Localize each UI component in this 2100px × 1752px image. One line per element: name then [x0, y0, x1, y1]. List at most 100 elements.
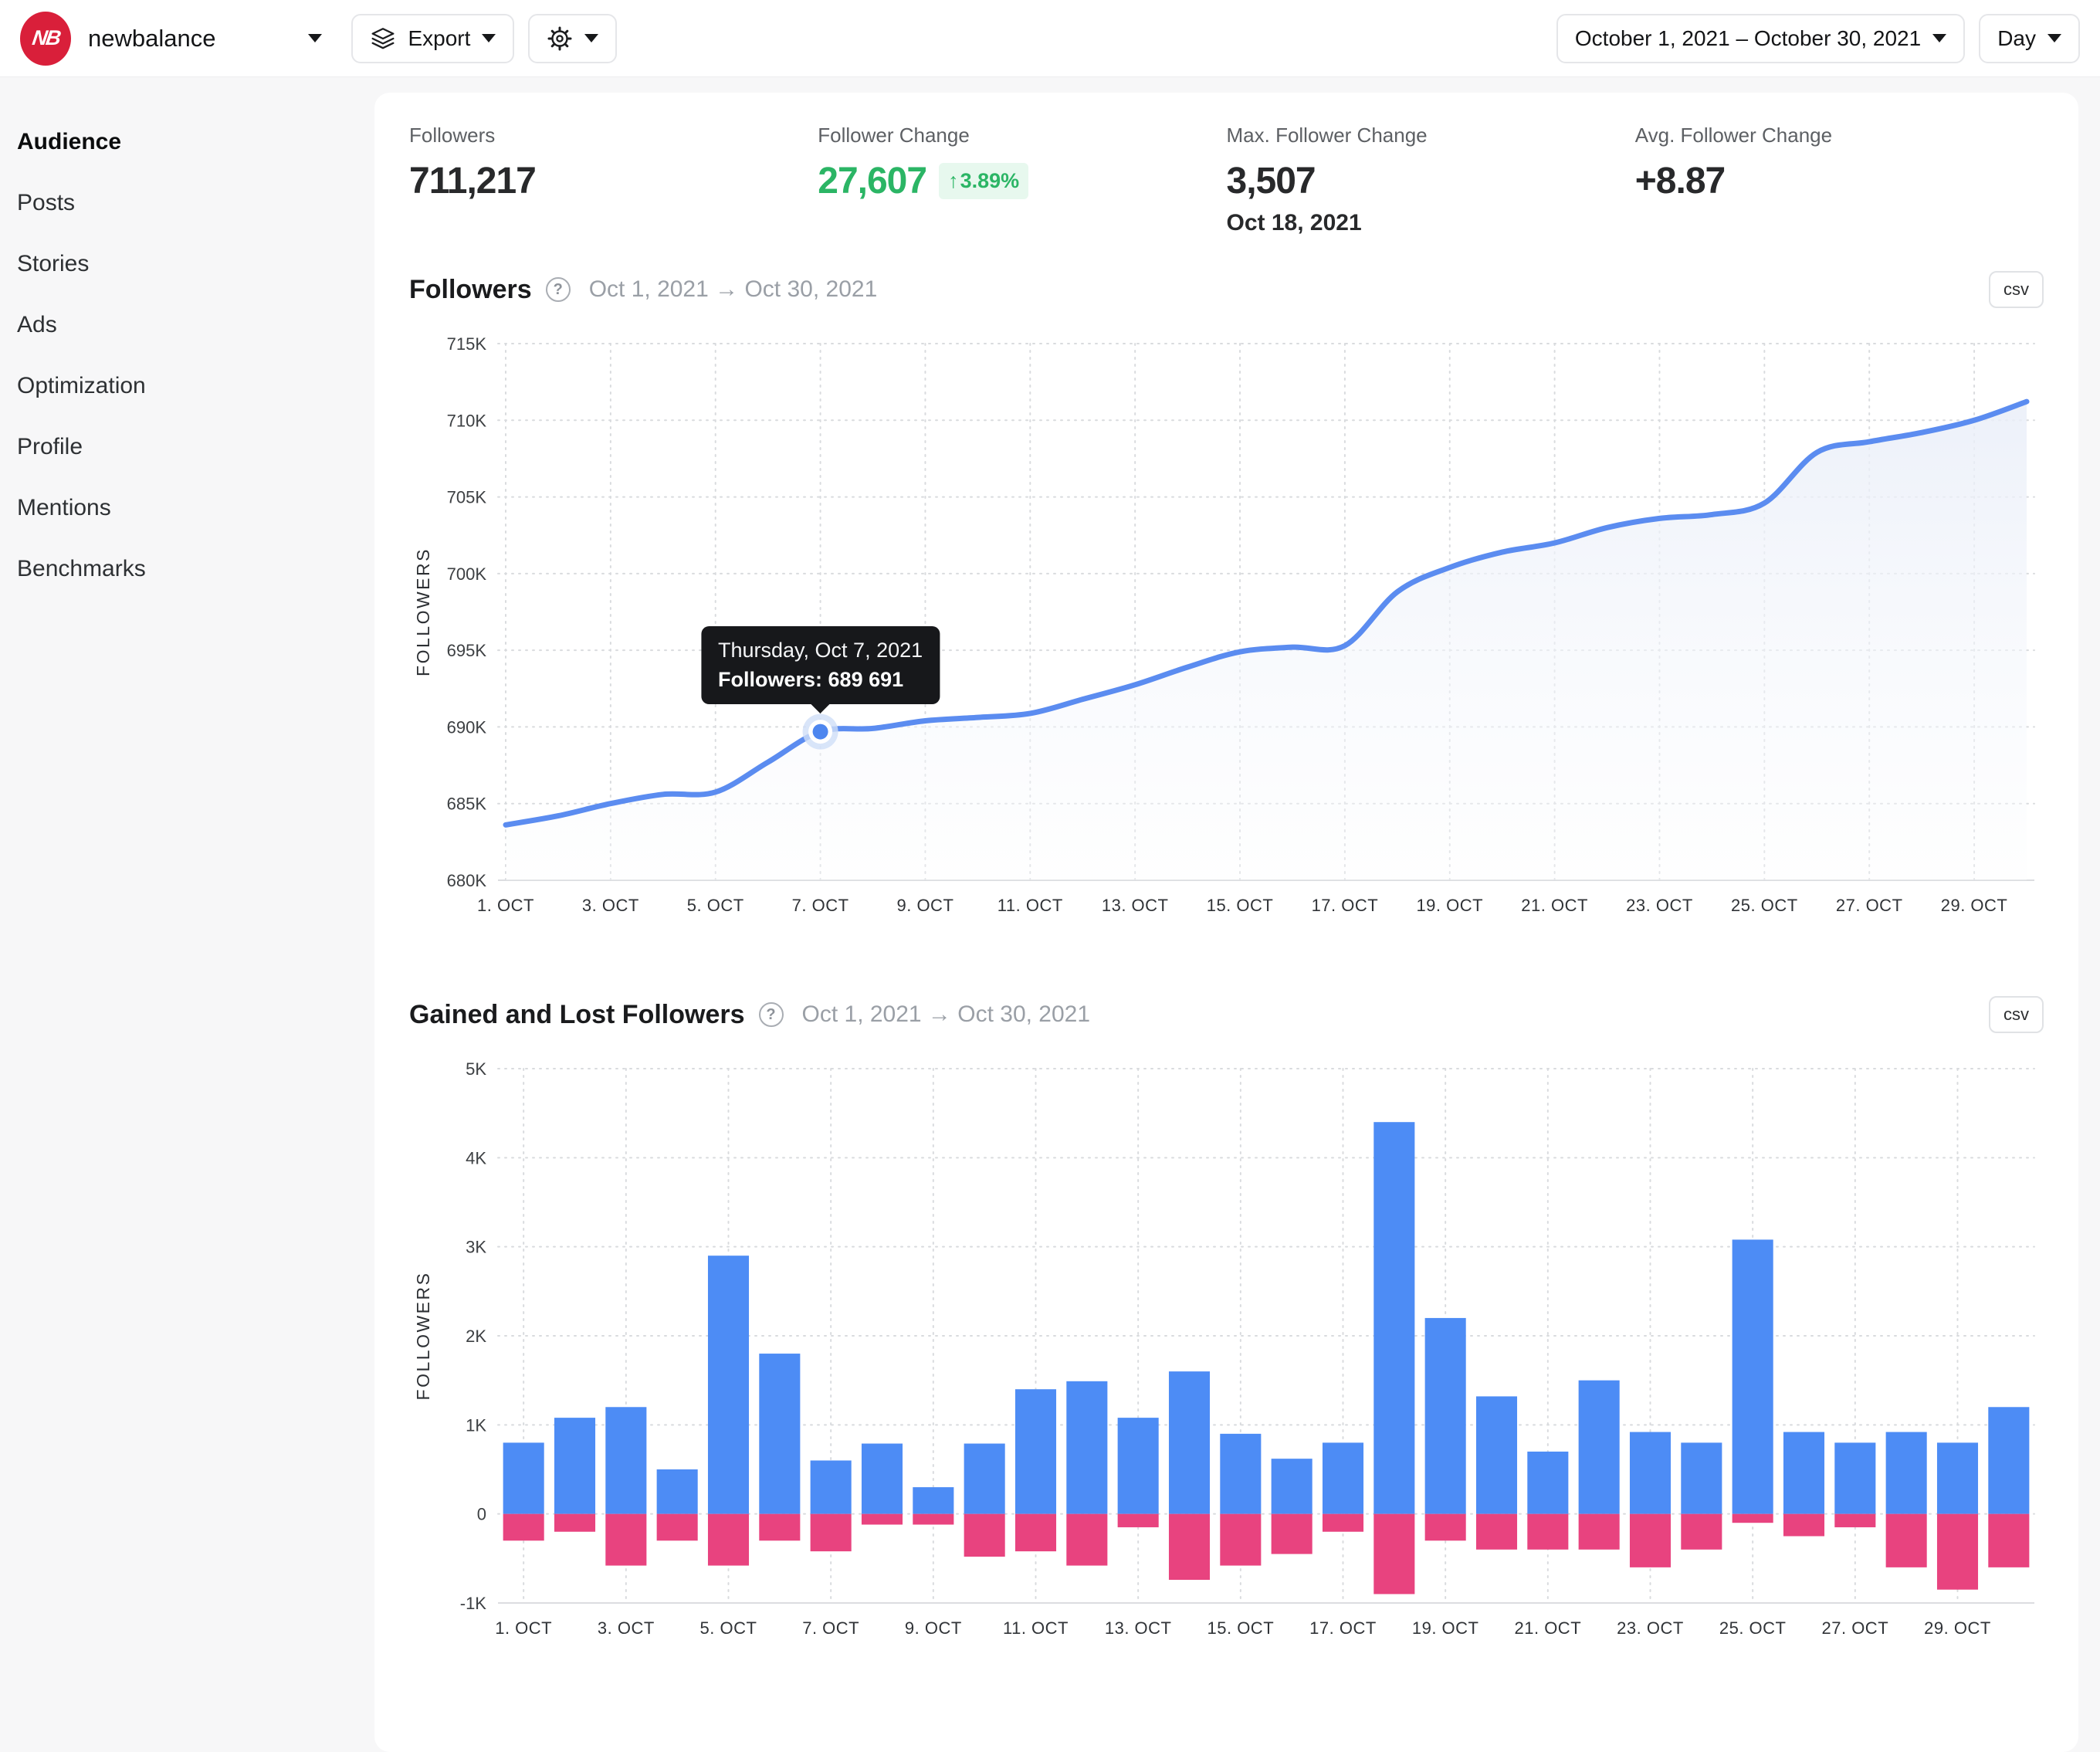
- svg-text:685K: 685K: [447, 795, 487, 814]
- stat-follower-change: Follower Change 27,607 ↑ 3.89%: [818, 124, 1226, 236]
- help-question-icon[interactable]: ?: [758, 1002, 784, 1027]
- stat-label: Follower Change: [818, 124, 970, 147]
- svg-text:25. OCT: 25. OCT: [1731, 896, 1798, 915]
- svg-text:21. OCT: 21. OCT: [1515, 1618, 1582, 1638]
- followers-line-chart: 715K 710K 705K 700K 695K 690K 685K 680K FOLLOWER…: [409, 328, 2044, 954]
- settings-chevron-down-icon: [584, 34, 599, 42]
- stat-label: Avg. Follower Change: [1634, 124, 1833, 147]
- followers-chart-section: Followers ? Oct 1, 2021 → Oct 30, 2021 c…: [409, 271, 2044, 954]
- date-range-label: October 1, 2021 – October 30, 2021: [1574, 25, 1922, 50]
- account-name: newbalance: [88, 24, 216, 52]
- stat-max-follower-change: Max. Follower Change 3,507 Oct 18, 2021: [1227, 124, 1635, 236]
- svg-text:19. OCT: 19. OCT: [1416, 896, 1483, 915]
- svg-text:5. OCT: 5. OCT: [700, 1618, 757, 1638]
- top-bar: NB newbalance Export October 1, 2021 – O…: [0, 0, 2100, 77]
- stat-value: 3,507: [1226, 161, 1316, 202]
- svg-text:5K: 5K: [466, 1059, 486, 1079]
- csv-export-button[interactable]: csv: [1989, 271, 2044, 308]
- sidebar-item-posts[interactable]: Posts: [17, 172, 374, 233]
- svg-text:29. OCT: 29. OCT: [1924, 1618, 1991, 1638]
- svg-text:27. OCT: 27. OCT: [1836, 896, 1903, 915]
- svg-text:700K: 700K: [447, 564, 487, 584]
- svg-text:715K: 715K: [447, 334, 487, 354]
- svg-text:13. OCT: 13. OCT: [1102, 896, 1169, 915]
- date-range-chevron-down-icon: [1932, 34, 1947, 42]
- section-title: Followers: [409, 274, 532, 304]
- svg-text:690K: 690K: [447, 717, 487, 737]
- svg-text:4K: 4K: [466, 1148, 486, 1167]
- sidebar-item-ads[interactable]: Ads: [17, 294, 374, 355]
- svg-text:1. OCT: 1. OCT: [477, 896, 534, 915]
- svg-text:17. OCT: 17. OCT: [1312, 896, 1379, 915]
- gained-lost-chart-section: Gained and Lost Followers ? Oct 1, 2021 …: [409, 996, 2044, 1679]
- gained-lost-bar-chart: 5K 4K 3K 2K 1K 0 -1K FOLLOWERS 1. OCT 3. OCT 5. OC…: [409, 1053, 2044, 1679]
- stat-value: 27,607: [818, 161, 927, 202]
- svg-text:19. OCT: 19. OCT: [1412, 1618, 1479, 1638]
- svg-text:680K: 680K: [447, 871, 487, 890]
- svg-text:29. OCT: 29. OCT: [1941, 896, 2008, 915]
- lost-bars[interactable]: [503, 1513, 2030, 1594]
- sidebar-item-audience[interactable]: Audience: [17, 111, 374, 172]
- stat-value: +8.87: [1634, 161, 1726, 202]
- svg-text:13. OCT: 13. OCT: [1105, 1618, 1172, 1638]
- section-date-range: Oct 1, 2021 → Oct 30, 2021: [801, 1001, 1091, 1027]
- svg-text:2K: 2K: [466, 1327, 486, 1346]
- gear-icon: [547, 25, 573, 52]
- export-label: Export: [408, 25, 471, 50]
- sidebar-item-benchmarks[interactable]: Benchmarks: [17, 538, 374, 599]
- stat-value: 711,217: [409, 161, 537, 202]
- stats-row: Followers 711,217 Follower Change 27,607…: [409, 124, 2044, 236]
- svg-text:1K: 1K: [466, 1415, 486, 1435]
- svg-text:0: 0: [477, 1505, 486, 1524]
- selected-point-marker[interactable]: [802, 713, 838, 750]
- chart-tooltip: Thursday, Oct 7, 2021 Followers: 689 691: [701, 625, 940, 713]
- svg-text:15. OCT: 15. OCT: [1207, 896, 1274, 915]
- account-chevron-down-icon[interactable]: [308, 34, 323, 42]
- svg-text:9. OCT: 9. OCT: [905, 1618, 962, 1638]
- newbalance-logo-icon: NB: [20, 11, 71, 66]
- tooltip-arrow: [810, 703, 831, 713]
- stat-label: Followers: [409, 124, 496, 147]
- date-range-button[interactable]: October 1, 2021 – October 30, 2021: [1556, 13, 1966, 63]
- svg-text:25. OCT: 25. OCT: [1719, 1618, 1787, 1638]
- help-question-icon[interactable]: ?: [545, 277, 571, 302]
- svg-text:1. OCT: 1. OCT: [495, 1618, 552, 1638]
- svg-text:710K: 710K: [447, 411, 487, 430]
- main-content-card: Followers 711,217 Follower Change 27,607…: [374, 93, 2078, 1752]
- stat-avg-follower-change: Avg. Follower Change +8.87: [1635, 124, 2044, 236]
- svg-text:11. OCT: 11. OCT: [998, 896, 1063, 915]
- svg-text:23. OCT: 23. OCT: [1617, 1618, 1684, 1638]
- export-chevron-down-icon: [482, 34, 496, 42]
- sidebar-item-stories[interactable]: Stories: [17, 233, 374, 294]
- layers-icon: [370, 27, 396, 50]
- sidebar-item-mentions[interactable]: Mentions: [17, 477, 374, 538]
- svg-text:23. OCT: 23. OCT: [1626, 896, 1693, 915]
- svg-text:7. OCT: 7. OCT: [792, 896, 849, 915]
- granularity-label: Day: [1997, 25, 2036, 50]
- svg-text:17. OCT: 17. OCT: [1309, 1618, 1377, 1638]
- gained-bars[interactable]: [503, 1122, 2030, 1514]
- granularity-button[interactable]: Day: [1979, 13, 2080, 63]
- csv-export-button[interactable]: csv: [1989, 996, 2044, 1033]
- change-percent-badge: ↑ 3.89%: [939, 163, 1029, 199]
- sidebar-item-profile[interactable]: Profile: [17, 416, 374, 477]
- sidebar-item-optimization[interactable]: Optimization: [17, 355, 374, 416]
- tooltip-value: Followers: 689 691: [718, 667, 904, 691]
- svg-text:3. OCT: 3. OCT: [582, 896, 639, 915]
- export-button[interactable]: Export: [351, 13, 515, 63]
- settings-button[interactable]: [528, 13, 618, 63]
- svg-text:5. OCT: 5. OCT: [687, 896, 744, 915]
- followers-line-chart-svg: 715K 710K 705K 700K 695K 690K 685K 680K FOLLOWER…: [413, 334, 2035, 915]
- sidebar: Audience Posts Stories Ads Optimization …: [0, 77, 374, 599]
- up-arrow-icon: ↑: [948, 169, 959, 192]
- y-axis-title: FOLLOWERS: [413, 547, 433, 676]
- svg-text:7. OCT: 7. OCT: [802, 1618, 859, 1638]
- section-title: Gained and Lost Followers: [409, 999, 745, 1029]
- section-date-range: Oct 1, 2021 → Oct 30, 2021: [588, 276, 878, 302]
- svg-text:15. OCT: 15. OCT: [1208, 1618, 1275, 1638]
- svg-text:3. OCT: 3. OCT: [598, 1618, 655, 1638]
- y-axis-title: FOLLOWERS: [413, 1272, 433, 1401]
- svg-text:695K: 695K: [447, 641, 487, 660]
- svg-text:705K: 705K: [447, 488, 487, 507]
- svg-text:3K: 3K: [466, 1238, 486, 1257]
